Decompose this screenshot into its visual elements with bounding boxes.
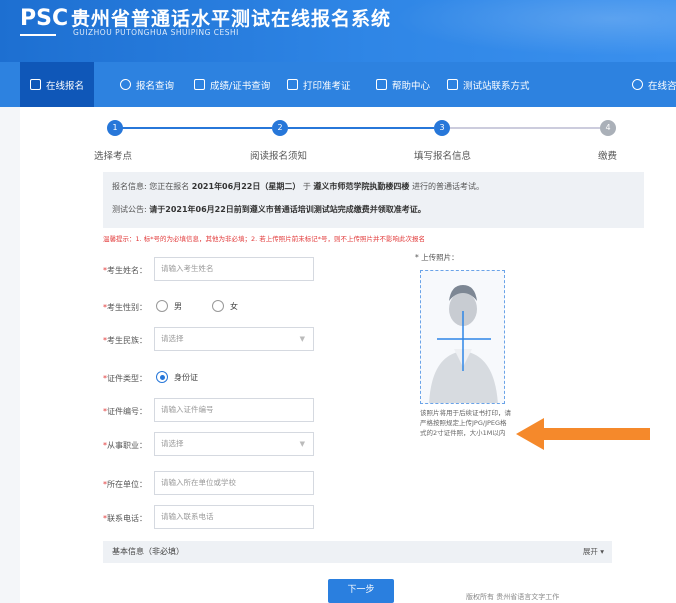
nav-item-contact[interactable]: 测试站联系方式 xyxy=(447,62,530,107)
psc-logo[interactable]: PSC xyxy=(20,6,68,31)
gender-female-radio[interactable] xyxy=(212,300,224,312)
id-type-radio[interactable] xyxy=(156,371,168,383)
gender-label: *考生性别： xyxy=(103,303,147,312)
help-icon xyxy=(376,79,387,90)
nav-label: 报名查询 xyxy=(136,80,175,92)
id-type-label: *证件类型： xyxy=(103,374,147,383)
id-type-value: 身份证 xyxy=(174,373,198,382)
registration-info-line: 报名信息: 您正在报名 2021年06月22日（星期二） 于 遵义市师范学院执勤… xyxy=(112,181,484,192)
nav-item-help[interactable]: 帮助中心 xyxy=(376,62,430,107)
notice-prefix: 测试公告: xyxy=(112,205,147,214)
step-connector xyxy=(122,127,272,129)
step-connector xyxy=(450,127,600,129)
logo-underline xyxy=(20,34,56,36)
main-nav: 在线报名 报名查询 成绩/证书查询 打印准考证 帮助中心 测试站联系方式 在线咨 xyxy=(0,62,676,107)
chat-icon xyxy=(632,79,643,90)
info-suffix: 进行的普通话考试。 xyxy=(411,182,484,191)
step-2-label: 阅读报名须知 xyxy=(250,151,308,162)
unit-input[interactable]: 请输入所在单位或学校 xyxy=(154,471,314,495)
photo-upload-area[interactable] xyxy=(420,270,505,404)
nav-label: 帮助中心 xyxy=(392,80,431,92)
step-3-label: 填写报名信息 xyxy=(414,151,472,162)
name-label: *考生姓名： xyxy=(103,266,147,275)
nav-item-chat[interactable]: 在线咨 xyxy=(632,62,676,107)
occupation-label: *从事职业： xyxy=(103,441,147,450)
ethnicity-label: *考生民族： xyxy=(103,336,147,345)
name-input[interactable]: 请输入考生姓名 xyxy=(154,257,314,281)
nav-label: 在线咨 xyxy=(648,80,676,92)
nav-item-score[interactable]: 成绩/证书查询 xyxy=(194,62,270,107)
expand-toggle[interactable]: 展开 ▾ xyxy=(583,541,604,563)
step-2-dot: 2 xyxy=(272,120,288,136)
step-connector xyxy=(288,127,434,129)
chevron-down-icon: ▼ xyxy=(299,335,305,343)
site-header: PSC 贵州省普通话水平测试在线报名系统 GUIZHOU PUTONGHUA S… xyxy=(0,0,676,62)
step-3-dot: 3 xyxy=(434,120,450,136)
step-4-label: 缴费 xyxy=(598,151,618,162)
step-4-dot: 4 xyxy=(600,120,616,136)
phone-input[interactable]: 请输入联系电话 xyxy=(154,505,314,529)
arrow-left-icon xyxy=(516,418,650,450)
info-mid: 于 xyxy=(302,182,311,191)
site-subtitle: GUIZHOU PUTONGHUA SHUIPING CESHI xyxy=(73,28,239,37)
header-decoration xyxy=(356,0,676,62)
exam-place: 遵义市师范学院执勤楼四楼 xyxy=(313,182,410,191)
step-1-label: 选择考点 xyxy=(94,151,133,162)
nav-label: 成绩/证书查询 xyxy=(210,80,271,92)
gender-male-label: 男 xyxy=(174,302,182,311)
footer-text: 版权所有 贵州省语言文字工作 xyxy=(466,593,560,601)
printer-icon xyxy=(287,79,298,90)
ethnicity-select[interactable]: 请选择 ▼ xyxy=(154,327,314,351)
edit-icon xyxy=(30,79,41,90)
id-number-input[interactable]: 请输入证件编号 xyxy=(154,398,314,422)
nav-label: 测试站联系方式 xyxy=(463,80,530,92)
next-step-button[interactable]: 下一步 xyxy=(328,579,394,603)
avatar-placeholder-icon xyxy=(429,285,498,403)
basic-info-section[interactable]: 基本信息（非必填） 展开 ▾ xyxy=(103,541,612,563)
registration-info-box: 报名信息: 您正在报名 2021年06月22日（星期二） 于 遵义市师范学院执勤… xyxy=(103,172,644,228)
notice-line: 测试公告: 请于2021年06月22日前到遵义市普通话培训测试站完成缴费并领取准… xyxy=(112,204,426,215)
contact-icon xyxy=(447,79,458,90)
notice-text: 请于2021年06月22日前到遵义市普通话培训测试站完成缴费并领取准考证。 xyxy=(149,205,426,214)
info-prefix: 报名信息: 您正在报名 xyxy=(112,182,190,191)
nav-item-print[interactable]: 打印准考证 xyxy=(287,62,351,107)
photo-upload-label: * 上传照片： xyxy=(415,253,459,262)
exam-date: 2021年06月22日（星期二） xyxy=(191,182,301,191)
nav-item-query[interactable]: 报名查询 xyxy=(120,62,174,107)
gender-female-label: 女 xyxy=(230,302,238,311)
chevron-down-icon: ▼ xyxy=(299,440,305,448)
occupation-select[interactable]: 请选择 ▼ xyxy=(154,432,314,456)
step-1-dot: 1 xyxy=(107,120,123,136)
nav-item-register[interactable]: 在线报名 xyxy=(20,62,95,107)
unit-label: *所在单位： xyxy=(103,480,147,489)
search-icon xyxy=(120,79,131,90)
basic-info-title: 基本信息（非必填） xyxy=(112,547,184,556)
phone-label: *联系电话： xyxy=(103,514,147,523)
nav-label: 在线报名 xyxy=(46,80,85,92)
site-title: 贵州省普通话水平测试在线报名系统 xyxy=(71,8,392,30)
chevron-down-icon: ▾ xyxy=(600,547,604,556)
gender-male-radio[interactable] xyxy=(156,300,168,312)
nav-label: 打印准考证 xyxy=(303,80,351,92)
photo-note: 该照片将用于后续证书打印，请严格按照规定上传JPG/JPEG格式的2寸证件照，大… xyxy=(420,409,511,437)
certificate-search-icon xyxy=(194,79,205,90)
id-number-label: *证件编号： xyxy=(103,407,147,416)
warning-tip: 温馨提示：1. 标*号的为必填信息，其他为非必填；2. 若上传照片前未标记*号，… xyxy=(103,235,426,243)
